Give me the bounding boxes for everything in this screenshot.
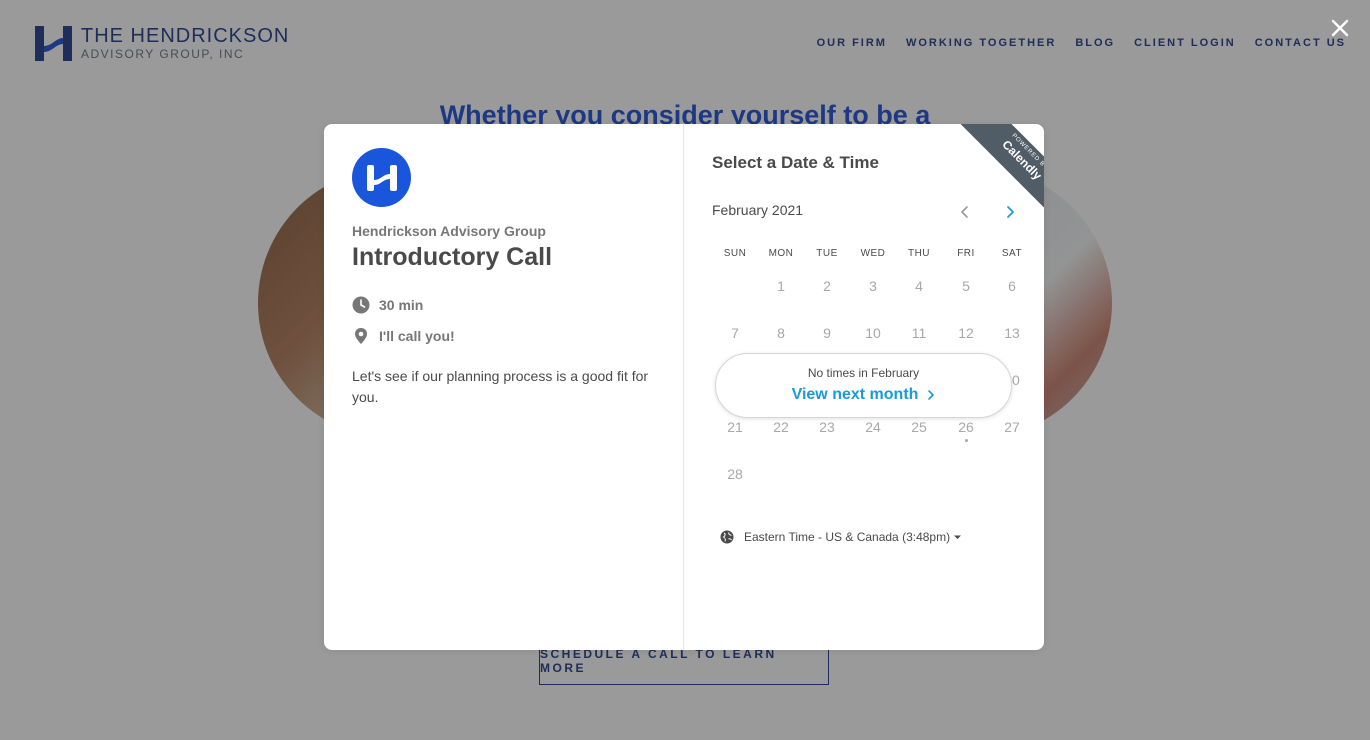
weekday-label: WED	[860, 248, 886, 259]
month-label: February 2021	[712, 202, 804, 218]
location-label: I'll call you!	[379, 328, 455, 344]
calendar-day: 22	[773, 419, 789, 435]
location-pin-icon	[355, 328, 367, 344]
caret-down-icon	[954, 535, 962, 539]
calendar-day: 10	[865, 325, 881, 341]
weekday-label: SAT	[1001, 248, 1023, 259]
event-location: I'll call you!	[352, 327, 455, 345]
calendar-day: 24	[865, 419, 881, 435]
picker-title: Select a Date & Time	[712, 153, 879, 172]
event-description: Let's see if our planning process is a g…	[352, 368, 649, 405]
no-times-popup: No times in February View next month	[715, 353, 1012, 418]
weekday-label: THU	[907, 248, 931, 259]
org-name: Hendrickson Advisory Group	[352, 223, 546, 239]
calendar-day: 2	[823, 278, 831, 294]
event-details-pane: Hendrickson Advisory Group Introductory …	[324, 124, 684, 650]
today-indicator	[965, 439, 968, 442]
calendly-modal: Hendrickson Advisory Group Introductory …	[324, 124, 1044, 650]
timezone-selector[interactable]: Eastern Time - US & Canada (3:48pm)	[720, 530, 962, 544]
calendar-day: 9	[823, 325, 831, 341]
calendly-brand: Calendly	[999, 137, 1044, 183]
calendar-day: 28	[727, 466, 743, 482]
calendar-day: 8	[777, 325, 785, 341]
weekday-label: SUN	[723, 248, 747, 259]
event-duration: 30 min	[352, 296, 423, 314]
calendar-day: 1	[777, 278, 785, 294]
chevron-right-icon	[928, 390, 935, 400]
close-icon[interactable]	[1324, 12, 1356, 44]
calendly-badge[interactable]: POWERED BY Calendly	[948, 124, 1044, 220]
calendar-day: 6	[1008, 278, 1016, 294]
logo-h-icon	[366, 164, 397, 191]
calendar-day: 26	[958, 419, 974, 435]
calendar-day: 25	[911, 419, 927, 435]
calendar-day: 4	[915, 278, 923, 294]
calendar-day: 7	[731, 325, 739, 341]
event-name: Introductory Call	[352, 243, 553, 271]
org-avatar	[352, 148, 411, 207]
calendar-day: 27	[1004, 419, 1020, 435]
weekday-label: TUE	[816, 248, 838, 259]
calendar-day: 11	[911, 325, 927, 341]
duration-label: 30 min	[379, 297, 424, 313]
calendar-day: 13	[1004, 325, 1020, 341]
calendar-day: 21	[727, 419, 743, 435]
view-next-month-label: View next month	[791, 386, 919, 403]
globe-icon	[720, 530, 734, 544]
view-next-month-button[interactable]: View next month	[792, 386, 936, 404]
clock-icon	[352, 296, 370, 314]
calendar-day: 12	[958, 325, 974, 341]
no-times-message: No times in February	[807, 366, 920, 380]
calendar-day: 23	[819, 419, 835, 435]
weekday-label: FRI	[957, 248, 975, 259]
calendar-day: 3	[869, 278, 877, 294]
timezone-label: Eastern Time - US & Canada (3:48pm)	[744, 530, 951, 544]
calendar-day: 5	[962, 278, 970, 294]
weekday-label: MON	[768, 248, 794, 259]
